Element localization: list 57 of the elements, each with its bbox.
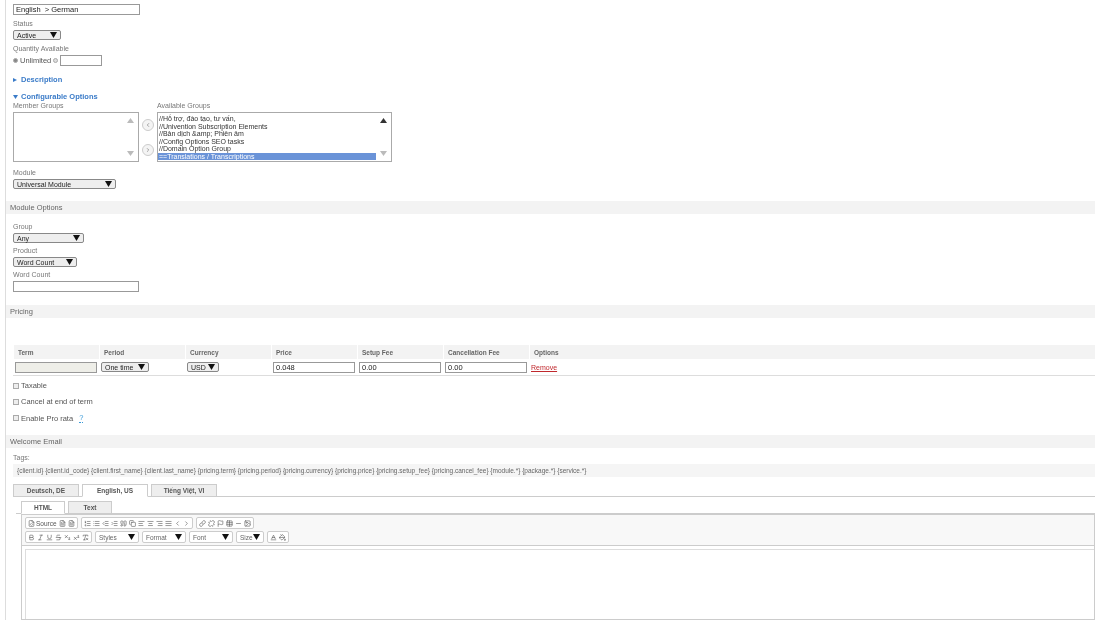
link-icon[interactable] <box>198 519 206 527</box>
chevron-right-icon <box>145 147 151 153</box>
template-icon[interactable] <box>67 519 75 527</box>
remove-format-icon[interactable] <box>82 533 89 541</box>
checkbox[interactable] <box>13 398 19 405</box>
caret-icon <box>128 534 135 540</box>
unlink-icon[interactable] <box>207 519 215 527</box>
caret-icon <box>66 259 73 265</box>
member-groups-list[interactable] <box>13 112 139 162</box>
move-left-button[interactable] <box>142 119 154 131</box>
superscript-icon[interactable] <box>73 533 80 541</box>
checkbox[interactable] <box>13 382 19 389</box>
rtl-icon[interactable] <box>182 519 190 527</box>
checkbox[interactable] <box>13 415 19 421</box>
scroll-down-icon[interactable] <box>127 151 134 156</box>
table-icon[interactable] <box>225 519 233 527</box>
indent-icon[interactable] <box>110 519 118 527</box>
caret-icon <box>175 534 182 540</box>
word-count-field[interactable] <box>13 281 139 292</box>
source-icon <box>28 519 35 527</box>
strikethrough-icon[interactable] <box>55 533 62 541</box>
quantity-field[interactable] <box>60 55 103 66</box>
caret-icon <box>222 534 229 540</box>
text-color-icon[interactable] <box>270 533 277 541</box>
bullet-list-icon[interactable] <box>92 519 100 527</box>
caret-icon <box>13 77 18 82</box>
preview-icon[interactable] <box>58 519 66 527</box>
radio-button[interactable] <box>13 58 18 63</box>
caret-icon <box>253 534 260 540</box>
align-right-icon[interactable] <box>155 519 163 527</box>
align-left-icon[interactable] <box>137 519 145 527</box>
caret-icon <box>50 32 57 38</box>
ltr-icon[interactable] <box>173 519 181 527</box>
flag-icon[interactable] <box>216 519 224 527</box>
scroll-down-icon[interactable] <box>380 151 387 156</box>
term-field[interactable] <box>15 361 97 373</box>
caret-icon <box>105 181 112 187</box>
underline-icon[interactable] <box>46 533 53 541</box>
move-right-button[interactable] <box>142 144 154 156</box>
caret-icon <box>73 235 80 241</box>
scroll-up-icon[interactable] <box>380 118 387 123</box>
numbered-list-icon[interactable] <box>83 519 91 527</box>
caret-icon <box>13 94 18 99</box>
justify-icon[interactable] <box>164 519 172 527</box>
italic-icon[interactable] <box>37 533 44 541</box>
quote-icon[interactable] <box>119 519 127 527</box>
div-icon[interactable] <box>128 519 136 527</box>
image-icon[interactable] <box>243 519 251 527</box>
radio-button[interactable] <box>53 58 59 63</box>
background-color-icon[interactable] <box>279 533 286 541</box>
bold-icon[interactable] <box>28 533 35 541</box>
caret-icon <box>138 364 145 370</box>
outdent-icon[interactable] <box>101 519 109 527</box>
align-center-icon[interactable] <box>146 519 154 527</box>
subscript-icon[interactable] <box>64 533 71 541</box>
caret-icon <box>208 364 215 370</box>
chevron-left-icon <box>145 122 151 128</box>
